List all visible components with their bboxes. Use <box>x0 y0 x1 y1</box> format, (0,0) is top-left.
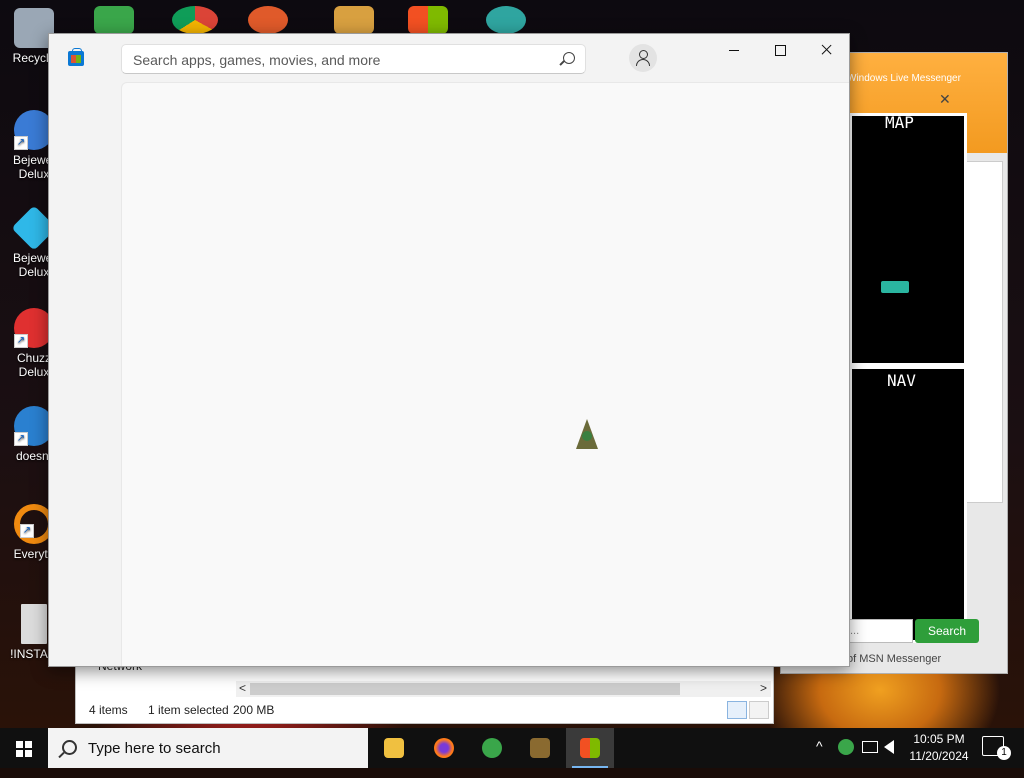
large-icons-view-icon[interactable] <box>749 701 769 719</box>
character-desktop-icon[interactable] <box>486 6 526 34</box>
map-marker-icon <box>881 281 909 293</box>
maximize-icon <box>775 45 786 56</box>
firefox-icon <box>434 738 454 758</box>
taskbar-clock[interactable]: 10:05 PM 11/20/2024 <box>896 731 982 765</box>
taskbar-search-box[interactable]: Type here to search <box>48 728 368 768</box>
document-icon <box>21 604 47 644</box>
map-label: MAP <box>885 113 914 132</box>
volume-icon[interactable] <box>884 740 894 754</box>
msn-search-input[interactable]: ... <box>849 619 913 643</box>
msn-tray-icon[interactable] <box>838 739 854 755</box>
msn-search-button[interactable]: Search <box>915 619 979 643</box>
taskbar-game[interactable] <box>516 728 564 768</box>
panel-divider <box>849 363 967 369</box>
msn-contact-list <box>965 161 1003 503</box>
taskbar: Type here to search ^ 10:05 PM 11/20/202… <box>0 728 1024 768</box>
clock-date: 11/20/2024 <box>909 749 969 763</box>
details-view-icon[interactable] <box>727 701 747 719</box>
shortcut-arrow-icon: ↗ <box>14 136 28 150</box>
messenger-icon <box>482 738 502 758</box>
taskbar-file-explorer[interactable] <box>370 728 418 768</box>
user-icon <box>639 50 648 59</box>
maximize-button[interactable] <box>757 34 803 66</box>
scroll-left-icon[interactable]: < <box>239 681 246 695</box>
store-sidebar <box>49 34 121 666</box>
scroll-right-icon[interactable]: > <box>760 681 767 695</box>
tray-overflow-chevron-icon[interactable]: ^ <box>816 738 823 778</box>
minimize-icon <box>729 50 739 51</box>
taskbar-search-placeholder: Type here to search <box>88 740 221 757</box>
status-item-count: 4 items <box>89 703 128 717</box>
store-logo-icon <box>68 48 84 66</box>
file-explorer-window[interactable]: Network < > 4 items 1 item selected 200 … <box>75 659 774 724</box>
store-icon <box>580 738 600 758</box>
messenger-desktop-icon[interactable] <box>94 6 134 34</box>
search-icon <box>62 740 77 755</box>
shortcut-arrow-icon: ↗ <box>14 334 28 348</box>
search-icon[interactable] <box>563 52 575 64</box>
windows-logo-icon <box>16 741 32 757</box>
account-button[interactable] <box>629 44 657 72</box>
status-size: 200 MB <box>233 703 275 717</box>
msn-title: Windows Live Messenger <box>847 73 961 84</box>
close-icon[interactable]: ✕ <box>939 91 951 108</box>
close-icon <box>821 44 832 55</box>
status-selected: 1 item selected <box>148 703 229 717</box>
notification-badge: 1 <box>997 746 1011 760</box>
shortcut-arrow-icon: ↗ <box>20 524 34 538</box>
store-search-input[interactable] <box>131 49 555 71</box>
game-desktop-icon[interactable] <box>334 6 374 34</box>
horizontal-scrollbar[interactable]: < > <box>236 681 771 697</box>
busy-cursor-icon <box>576 419 598 449</box>
minimize-button[interactable] <box>711 34 757 66</box>
game-character-icon <box>530 738 550 758</box>
taskbar-messenger[interactable] <box>468 728 516 768</box>
store-desktop-icon[interactable] <box>408 6 448 34</box>
chrome-desktop-icon[interactable] <box>172 6 218 34</box>
clock-time: 10:05 PM <box>913 732 965 746</box>
start-button[interactable] <box>0 728 48 768</box>
nav-label: NAV <box>887 371 916 390</box>
close-button[interactable] <box>803 34 849 66</box>
scrollbar-thumb[interactable] <box>250 683 680 695</box>
network-icon[interactable] <box>862 741 878 753</box>
bejeweled-desktop-icon[interactable] <box>248 6 288 34</box>
shortcut-arrow-icon: ↗ <box>14 432 28 446</box>
folder-icon <box>384 738 404 758</box>
store-content-area <box>121 82 849 666</box>
microsoft-store-window[interactable] <box>48 33 850 667</box>
msn-footer-text: of MSN Messenger <box>847 653 942 665</box>
taskbar-microsoft-store[interactable] <box>566 728 614 768</box>
taskbar-firefox[interactable] <box>420 728 468 768</box>
store-search-box[interactable] <box>121 44 586 74</box>
